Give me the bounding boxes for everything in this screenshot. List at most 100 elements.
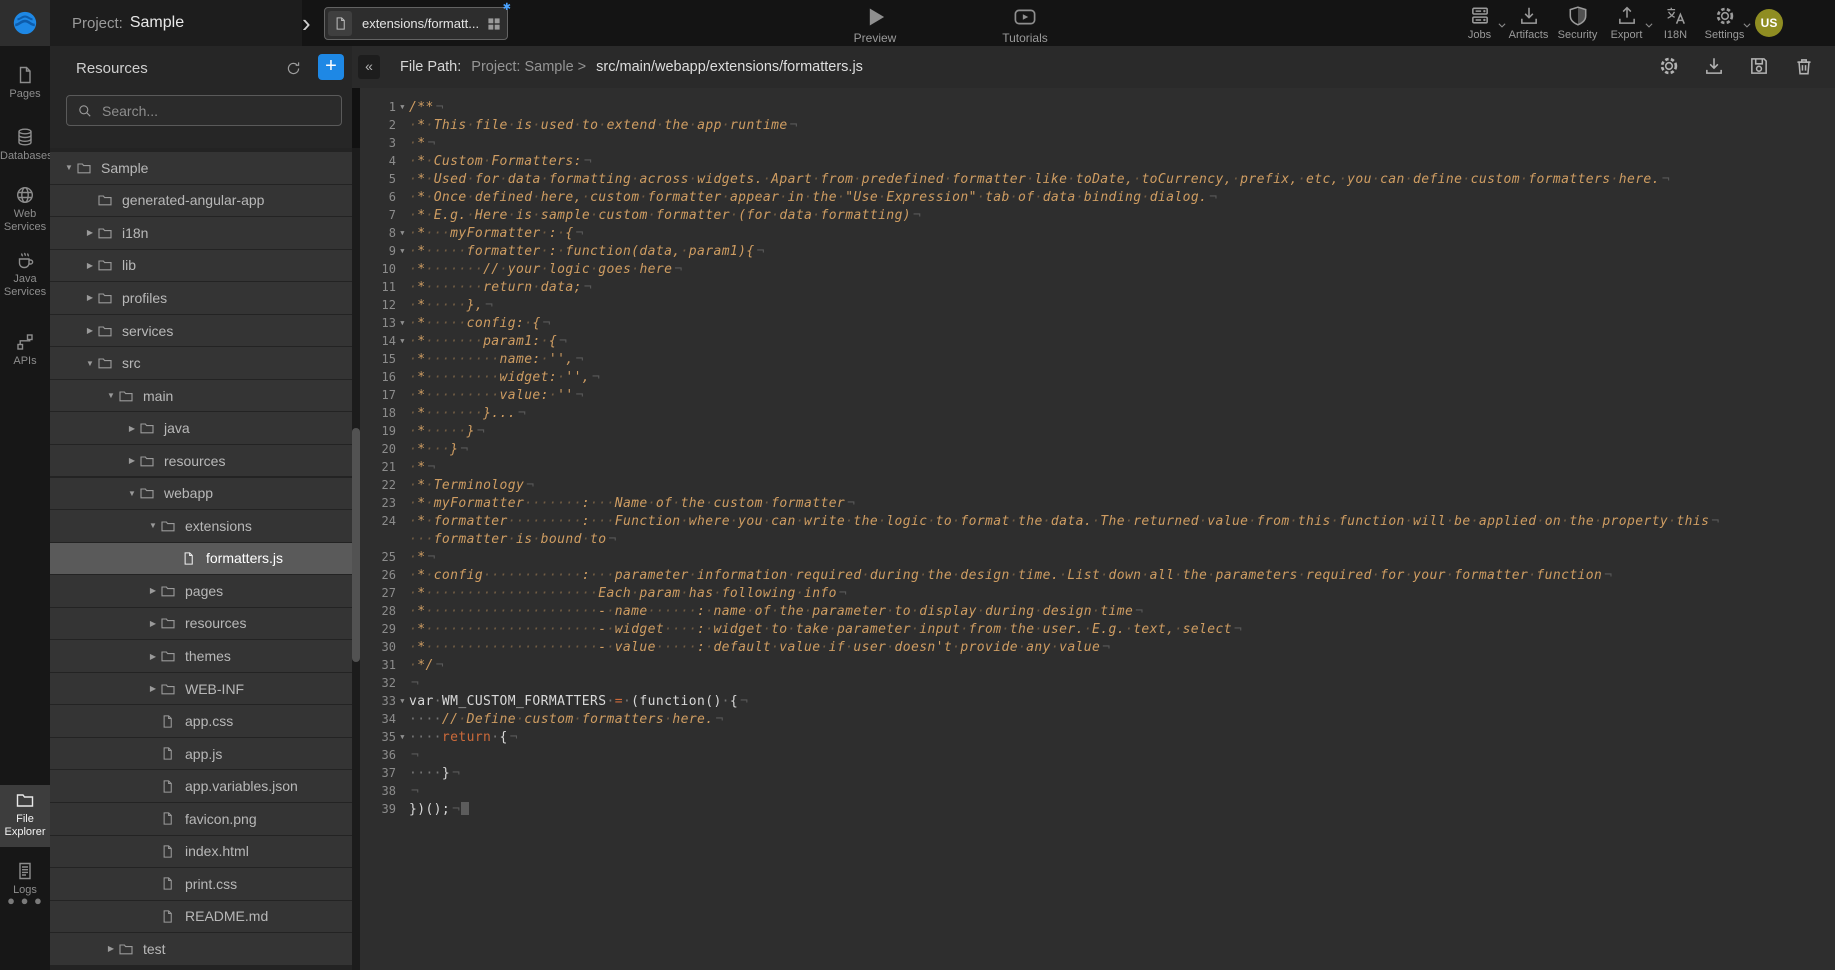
code-line[interactable]: 27·*·····················Each·param·has·… [360,584,1835,602]
tree-item-generated-angular-app[interactable]: generated-angular-app [50,185,352,217]
tree-item-app.variables.json[interactable]: app.variables.json [50,770,352,802]
tree-item-test[interactable]: ▶ test [50,933,352,965]
tree-item-i18n[interactable]: ▶ i18n [50,217,352,249]
tree-item-sample[interactable]: ▼ Sample [50,152,352,184]
tree-item-resources[interactable]: ▶ resources [50,445,352,477]
save-button[interactable] [1748,54,1770,78]
collapse-panel-button[interactable]: « [358,55,380,79]
tree-item-formatters.js[interactable]: formatters.js [50,543,352,575]
code-line[interactable]: 22·*·Terminology¬ [360,476,1835,494]
code-line[interactable]: 1▼/**¬ [360,98,1835,116]
tree-expand-arrow[interactable]: ▶ [125,456,139,465]
tree-item-webapp[interactable]: ▼ webapp [50,478,352,510]
fold-arrow-icon[interactable]: ▼ [396,697,409,705]
tree-expand-arrow[interactable]: ▼ [104,391,118,400]
code-line[interactable]: 24·*·formatter·········:···Function·wher… [360,512,1835,530]
code-line[interactable]: 3·*¬ [360,134,1835,152]
rail-item-databases[interactable]: Databases [0,122,50,163]
code-line[interactable]: 8▼·*···myFormatter·:·{¬ [360,224,1835,242]
file-tab[interactable]: extensions/formatt... ✱ [324,7,508,40]
tree-item-main[interactable]: ▼ main [50,380,352,412]
rail-item-file-explorer[interactable]: File Explorer [0,785,50,847]
tree-expand-arrow[interactable]: ▶ [83,326,97,335]
code-line[interactable]: 12·*·····},¬ [360,296,1835,314]
tree-expand-arrow[interactable]: ▼ [83,359,97,368]
topbar-preview-button[interactable]: Preview [830,5,920,45]
fold-arrow-icon[interactable]: ▼ [396,103,409,111]
code-line[interactable]: 14▼·*·······param1:·{¬ [360,332,1835,350]
code-line[interactable]: 25·*¬ [360,548,1835,566]
tree-expand-arrow[interactable]: ▶ [146,684,160,693]
tree-item-services[interactable]: ▶ services [50,315,352,347]
code-line[interactable]: 33▼var·WM_CUSTOM_FORMATTERS·=·(function(… [360,692,1835,710]
fold-arrow-icon[interactable]: ▼ [396,337,409,345]
code-line[interactable]: 35▼····return·{¬ [360,728,1835,746]
settings-button[interactable] [1658,54,1680,78]
code-line[interactable]: 20·*···}¬ [360,440,1835,458]
code-line[interactable]: 13▼·*·····config:·{¬ [360,314,1835,332]
rail-item-java-services[interactable]: Java Services [0,245,50,299]
code-line[interactable]: 4·*·Custom·Formatters:¬ [360,152,1835,170]
search-input[interactable] [100,102,304,120]
code-line[interactable]: 34····//·Define·custom·formatters·here.¬ [360,710,1835,728]
tree-expand-arrow[interactable]: ▶ [83,228,97,237]
tree-expand-arrow[interactable]: ▶ [83,293,97,302]
tree-expand-arrow[interactable]: ▶ [146,586,160,595]
code-line[interactable]: 17·*·········value:·''¬ [360,386,1835,404]
app-logo[interactable] [0,0,50,46]
tree-item-resources[interactable]: ▶ resources [50,608,352,640]
code-line[interactable]: 26·*·config············:···parameter·inf… [360,566,1835,584]
topbar-security-button[interactable]: Security [1553,4,1602,41]
code-line[interactable]: 39})();¬ [360,800,1835,818]
tree-item-lib[interactable]: ▶ lib [50,250,352,282]
refresh-button[interactable] [282,57,304,79]
tree-scrollbar-thumb[interactable] [352,428,360,662]
tree-item-app.js[interactable]: app.js [50,738,352,770]
code-line[interactable]: 31·*/¬ [360,656,1835,674]
rail-item-logs[interactable]: Logs [0,856,50,897]
tree-item-web-inf[interactable]: ▶ WEB-INF [50,673,352,705]
code-line[interactable]: 16·*·········widget:·'',¬ [360,368,1835,386]
topbar-export-button[interactable]: Export [1602,4,1651,41]
code-line[interactable]: 6·*·Once·defined·here,·custom·formatter·… [360,188,1835,206]
more-options[interactable]: ● ● ● [0,893,50,908]
tree-expand-arrow[interactable]: ▶ [83,261,97,270]
tree-expand-arrow[interactable]: ▼ [146,521,160,530]
tree-expand-arrow[interactable]: ▶ [104,944,118,953]
tree-expand-arrow[interactable]: ▶ [146,619,160,628]
code-line[interactable]: 21·*¬ [360,458,1835,476]
search-box[interactable] [66,95,342,126]
delete-button[interactable] [1793,54,1815,78]
tree-expand-arrow[interactable]: ▼ [125,489,139,498]
topbar-i18n-button[interactable]: I18N [1651,4,1700,41]
fold-arrow-icon[interactable]: ▼ [396,733,409,741]
code-line[interactable]: 2·*·This·file·is·used·to·extend·the·app·… [360,116,1835,134]
code-line[interactable]: 19·*·····}¬ [360,422,1835,440]
tree-item-index.html[interactable]: index.html [50,836,352,868]
tree-item-extensions[interactable]: ▼ extensions [50,510,352,542]
tree-item-readme.md[interactable]: README.md [50,901,352,933]
code-line[interactable]: 29·*·····················-·widget····:·w… [360,620,1835,638]
rail-item-web-services[interactable]: Web Services [0,180,50,234]
fold-arrow-icon[interactable]: ▼ [396,319,409,327]
grid-icon[interactable] [487,17,501,31]
code-line[interactable]: 10·*·······//·your·logic·goes·here¬ [360,260,1835,278]
code-line[interactable]: 32¬ [360,674,1835,692]
code-editor[interactable]: 1▼/**¬2·*·This·file·is·used·to·extend·th… [360,88,1835,970]
tree-item-pages[interactable]: ▶ pages [50,575,352,607]
chevron-right-icon[interactable]: › [302,4,311,42]
tree-expand-arrow[interactable]: ▶ [125,424,139,433]
code-line[interactable]: ···formatter·is·bound·to¬ [360,530,1835,548]
rail-item-pages[interactable]: Pages [0,60,50,101]
fold-arrow-icon[interactable]: ▼ [396,229,409,237]
tree-expand-arrow[interactable]: ▼ [62,163,76,172]
code-line[interactable]: 15·*·········name:·'',¬ [360,350,1835,368]
code-line[interactable]: 37i····}¬ [360,764,1835,782]
topbar-jobs-button[interactable]: Jobs [1455,4,1504,41]
code-line[interactable]: 38¬ [360,782,1835,800]
user-avatar[interactable]: US [1755,9,1783,37]
code-line[interactable]: 36¬ [360,746,1835,764]
fold-arrow-icon[interactable]: ▼ [396,247,409,255]
rail-item-apis[interactable]: APIs [0,327,50,368]
topbar-tutorials-button[interactable]: Tutorials [980,5,1070,45]
